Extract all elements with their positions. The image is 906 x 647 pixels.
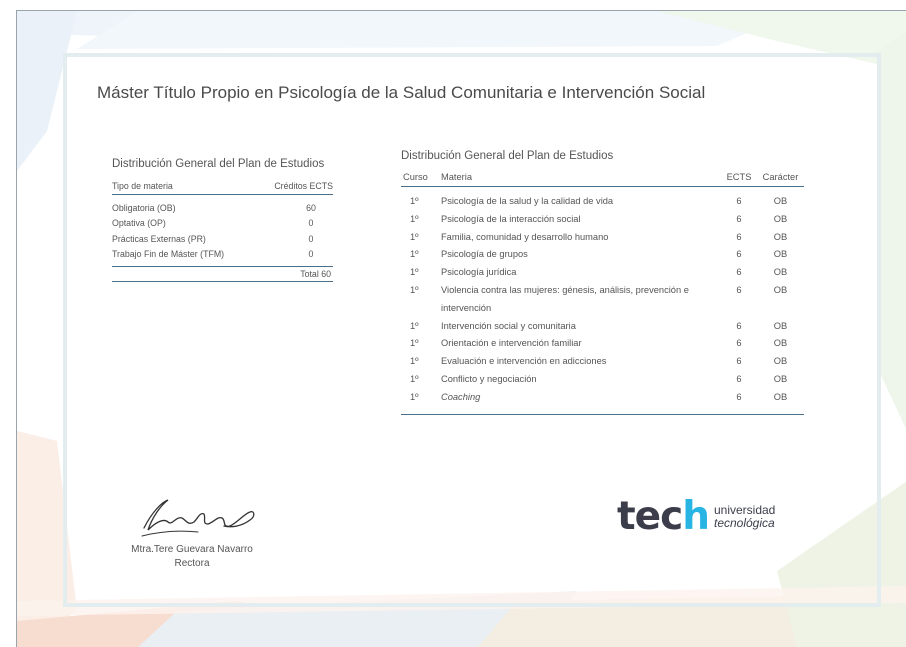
program-title: Máster Título Propio en Psicología de la…	[97, 83, 706, 102]
row-type: OB	[773, 267, 788, 278]
col-ects: ECTS	[726, 172, 752, 182]
table-row: Trabajo Fin de Máster (TFM) 0	[112, 247, 333, 263]
row-subject: Violencia contra las mujeres: génesis, a…	[441, 284, 689, 313]
summary-header: Tipo de materia Créditos ECTS	[112, 181, 333, 195]
row-course: 1º	[410, 320, 419, 331]
row-subject: Psicología de la interacción social	[441, 213, 581, 224]
logo-word-h: h	[682, 494, 710, 539]
subjects-header: Curso Materia ECTS Carácter	[401, 172, 804, 187]
table-row: Optativa (OP) 0	[112, 216, 333, 232]
table-row: 1º Orientación e intervención familiar 6 OB	[401, 335, 804, 353]
row-ects: 6	[736, 249, 742, 260]
table-row: 1º Violencia contra las mujeres: génesis,…	[401, 282, 804, 318]
row-course: 1º	[410, 231, 419, 242]
row-subject: Coaching	[441, 391, 481, 402]
row-subject: Psicología jurídica	[441, 267, 517, 278]
logo-subtitle: universidad tecnológica	[714, 504, 775, 530]
table-row: 1º Evaluación e intervención en adiccione…	[401, 353, 804, 371]
row-type: Obligatoria (OB)	[112, 202, 176, 213]
row-type: Optativa (OP)	[112, 218, 166, 229]
row-type: OB	[773, 373, 788, 384]
credits-summary-table: Tipo de materia Créditos ECTS Obligatori…	[112, 181, 333, 282]
row-type: OB	[773, 391, 788, 402]
row-course: 1º	[410, 391, 419, 402]
row-type: Prácticas Externas (PR)	[112, 233, 206, 244]
table-row: Prácticas Externas (PR) 0	[112, 231, 333, 247]
logo-line2: tecnológica	[713, 516, 775, 530]
row-credits: 0	[308, 249, 314, 260]
subjects-table: Curso Materia ECTS Carácter 1º Psicología…	[401, 172, 804, 415]
row-course: 1º	[410, 196, 419, 206]
table-row: 1º Intervención social y comunitaria 6 OB	[401, 318, 804, 336]
col-type: Carácter	[762, 172, 799, 182]
row-course: 1º	[410, 338, 419, 349]
row-type: OB	[773, 356, 788, 367]
table-row: Obligatoria (OB) 60	[112, 200, 333, 216]
row-subject: Psicología de la salud y la calidad de v…	[441, 196, 614, 206]
row-course: 1º	[410, 356, 419, 367]
row-type: OB	[773, 231, 788, 242]
signer-role: Rectora	[174, 558, 210, 569]
row-ects: 6	[736, 373, 742, 384]
signer-name: Mtra.Tere Guevara Navarro	[131, 544, 253, 555]
logo-wordmark: tech	[617, 494, 710, 539]
subjects-list: 1º Psicología de la salud y la calidad de…	[401, 187, 804, 415]
subjects-heading: Distribución General del Plan de Estudio…	[401, 150, 614, 162]
row-course: 1º	[410, 284, 419, 295]
table-row: 1º Coaching 6 OB	[401, 389, 804, 407]
row-type: OB	[773, 338, 788, 349]
row-course: 1º	[410, 267, 419, 278]
row-type: OB	[773, 284, 788, 295]
table-row: 1º Psicología de grupos 6 OB	[401, 246, 804, 264]
summary-col-credits: Créditos ECTS	[274, 181, 333, 191]
row-ects: 6	[736, 196, 742, 206]
row-course: 1º	[410, 373, 419, 384]
row-credits: 0	[308, 218, 314, 229]
table-row: 1º Psicología de la interacción social 6 OB	[401, 211, 804, 229]
summary-col-type: Tipo de materia	[112, 181, 173, 191]
summary-body: Obligatoria (OB) 60 Optativa (OP) 0 Prác…	[112, 195, 333, 267]
row-credits: 60	[306, 202, 316, 213]
row-subject: Orientación e intervención familiar	[441, 338, 582, 349]
row-type: OB	[773, 213, 788, 224]
logo-word-main: tec	[617, 494, 683, 539]
table-row: 1º Psicología jurídica 6 OB	[401, 264, 804, 282]
row-ects: 6	[736, 267, 742, 278]
row-type: Trabajo Fin de Máster (TFM)	[112, 249, 225, 260]
col-subject: Materia	[441, 172, 473, 182]
row-subject: Psicología de grupos	[441, 249, 528, 260]
row-subject: Conflicto y negociación	[441, 373, 537, 384]
signer-block: Mtra.Tere Guevara Navarro Rectora	[97, 543, 287, 571]
row-type: OB	[773, 196, 788, 206]
row-subject: Intervención social y comunitaria	[441, 320, 576, 331]
row-course: 1º	[410, 213, 419, 224]
row-ects: 6	[736, 231, 742, 242]
row-ects: 6	[736, 356, 742, 367]
row-ects: 6	[736, 338, 742, 349]
row-ects: 6	[736, 391, 742, 402]
tech-logo: tech universidad tecnológica	[617, 497, 775, 537]
row-ects: 6	[736, 213, 742, 224]
col-course: Curso	[403, 172, 428, 182]
row-credits: 0	[308, 233, 314, 244]
row-type: OB	[773, 320, 788, 331]
row-ects: 6	[736, 284, 742, 295]
summary-total: Total 60	[112, 267, 333, 282]
row-course: 1º	[410, 249, 419, 260]
row-subject: Evaluación e intervención en adicciones	[441, 356, 607, 367]
table-row: 1º Conflicto y negociación 6 OB	[401, 371, 804, 389]
row-type: OB	[773, 249, 788, 260]
row-ects: 6	[736, 320, 742, 331]
table-row: 1º Familia, comunidad y desarrollo humano…	[401, 229, 804, 247]
row-subject: Familia, comunidad y desarrollo humano	[441, 231, 609, 242]
table-row: 1º Psicología de la salud y la calidad de…	[401, 193, 804, 211]
summary-heading: Distribución General del Plan de Estudio…	[112, 158, 325, 170]
signature-mark	[141, 499, 255, 537]
